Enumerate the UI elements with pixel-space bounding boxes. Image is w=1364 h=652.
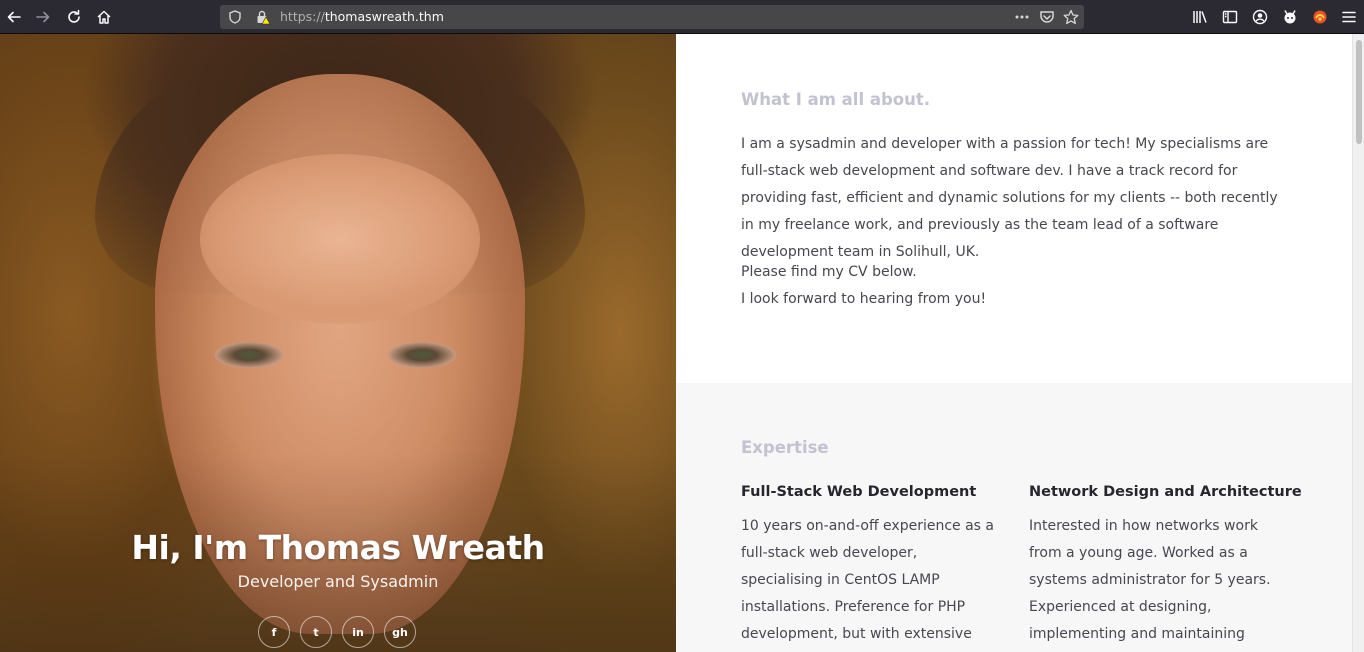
twitter-icon[interactable]: t (300, 616, 332, 648)
about-heading: What I am all about. (741, 90, 931, 109)
expertise-item-title: Network Design and Architecture (1029, 484, 1302, 500)
about-closing-line: I look forward to hearing from you! (741, 291, 987, 307)
expertise-item-text: 10 years on-and-off experience as a full… (741, 518, 994, 642)
github-icon[interactable]: gh (384, 616, 416, 648)
portrait-highlight (200, 154, 480, 324)
expertise-item-text: Interested in how networks work from a y… (1029, 518, 1271, 642)
back-arrow-icon[interactable] (2, 5, 26, 29)
insecure-lock-icon[interactable] (253, 7, 273, 27)
about-section: What I am all about. I am a sysadmin and… (676, 34, 1352, 383)
expertise-item-title: Full-Stack Web Development (741, 484, 977, 500)
expertise-section: Expertise Full-Stack Web Development 10 … (676, 383, 1352, 652)
scrollbar-thumb[interactable] (1356, 40, 1362, 144)
page-scrollbar[interactable] (1352, 34, 1364, 652)
url-bar[interactable]: https://thomaswreath.thm (220, 5, 1084, 29)
url-host: thomaswreath.thm (324, 9, 444, 24)
social-links: f t in gh (258, 616, 416, 648)
linkedin-icon[interactable]: in (342, 616, 374, 648)
url-scheme: https:// (280, 9, 325, 24)
facebook-icon[interactable]: f (258, 616, 290, 648)
sidebar-icon[interactable] (1218, 5, 1242, 29)
portrait-eye (215, 342, 283, 368)
main-content: What I am all about. I am a sysadmin and… (676, 34, 1352, 652)
account-icon[interactable] (1248, 5, 1272, 29)
library-icon[interactable] (1188, 5, 1212, 29)
portrait-eye (388, 342, 456, 368)
extension-icon[interactable] (1278, 5, 1302, 29)
hero-subtitle: Developer and Sysadmin (237, 572, 439, 591)
shield-icon[interactable] (225, 7, 245, 27)
home-icon[interactable] (92, 5, 116, 29)
extension-icon[interactable] (1308, 5, 1332, 29)
about-intro: I am a sysadmin and developer with a pas… (741, 136, 1278, 260)
expertise-heading: Expertise (741, 438, 829, 457)
hero-title: Hi, I'm Thomas Wreath (131, 528, 545, 567)
url-text[interactable]: https://thomaswreath.thm (280, 9, 444, 24)
about-cv-line: Please find my CV below. (741, 264, 917, 280)
page-actions-icon[interactable] (1012, 7, 1032, 27)
browser-toolbar: https://thomaswreath.thm (0, 0, 1364, 34)
pocket-icon[interactable] (1037, 7, 1057, 27)
forward-arrow-icon[interactable] (31, 5, 55, 29)
hero-banner: Hi, I'm Thomas Wreath Developer and Sysa… (0, 34, 676, 652)
reload-icon[interactable] (62, 5, 86, 29)
hamburger-menu-icon[interactable] (1337, 5, 1361, 29)
star-icon[interactable] (1061, 7, 1081, 27)
